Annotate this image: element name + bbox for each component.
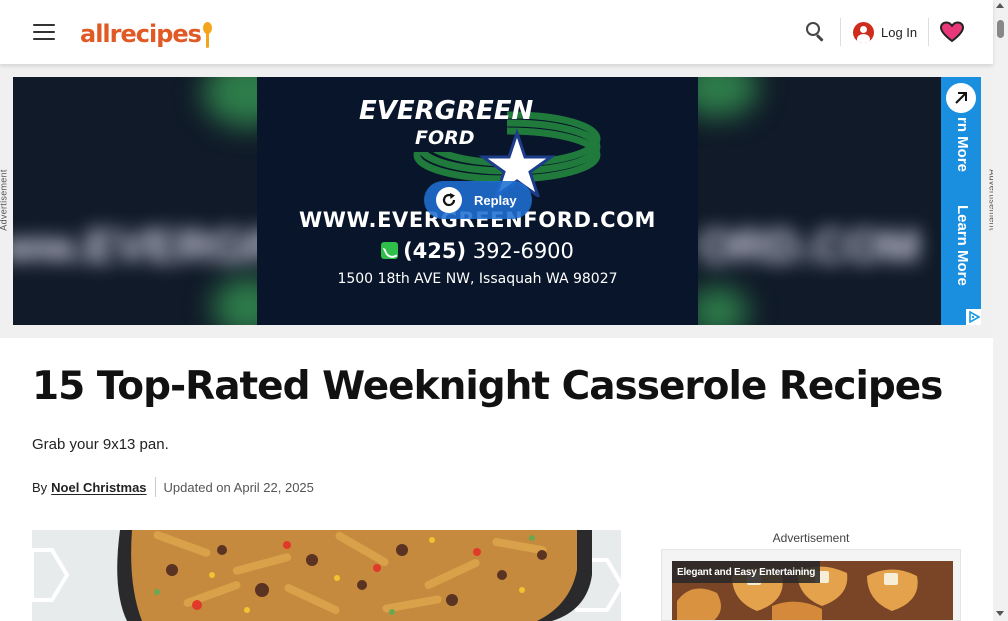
page-subtitle: Grab your 9x13 pan.: [32, 436, 169, 453]
logo-text: allrecipes: [80, 20, 202, 48]
header-divider: [840, 18, 841, 46]
right-ad-label: Advertisement: [772, 531, 850, 545]
header-divider: [928, 18, 929, 46]
right-ad-tag: Elegant and Easy Entertaining: [672, 561, 821, 583]
login-label: Log In: [881, 24, 918, 40]
hero-image: [32, 530, 621, 621]
site-header: allrecipes Log In: [0, 0, 993, 64]
search-icon[interactable]: [805, 21, 827, 43]
adchoices-icon[interactable]: [966, 309, 981, 325]
page: allrecipes Log In Advertisement Advertis…: [0, 0, 1008, 621]
ad-creative: EVERGREEN FORD WWW.EVERGREENFORD.COM (42…: [257, 77, 698, 325]
learn-more-partial-label: rn More: [954, 117, 971, 173]
site-logo[interactable]: allrecipes: [80, 14, 212, 50]
scroll-down-arrow-icon[interactable]: [996, 611, 1004, 616]
updated-date: Updated on April 22, 2025: [163, 479, 314, 495]
ad-blur-left: ww.EVERGR: [13, 77, 257, 325]
learn-more-button[interactable]: rn More Learn More: [941, 77, 981, 325]
author-link[interactable]: Noel Christmas: [51, 480, 146, 495]
learn-more-label: Learn More: [954, 205, 971, 286]
ad-address: 1500 18th AVE NW, Issaquah WA 98027: [337, 271, 618, 287]
replay-icon: [436, 187, 462, 213]
scroll-thumb[interactable]: [997, 20, 1004, 38]
byline-prefix: By: [32, 479, 48, 495]
replay-button[interactable]: Replay: [424, 181, 532, 219]
ad-phone-area: (425): [403, 239, 467, 263]
byline-divider: [154, 477, 156, 497]
spoon-icon: [202, 20, 212, 50]
login-button[interactable]: Log In: [853, 21, 917, 43]
byline: By Noel Christmas Updated on April 22, 2…: [32, 477, 314, 497]
svg-text:EVERGREEN: EVERGREEN: [359, 96, 534, 126]
scroll-up-arrow-icon[interactable]: [996, 3, 1004, 8]
ad-side-label: Advertisement: [0, 169, 9, 231]
right-ad[interactable]: Elegant and Easy Entertaining: [661, 549, 961, 621]
phone-icon: [381, 242, 399, 259]
top-ad-banner[interactable]: ww.EVERGR ORD.COM EVERGREEN FORD WWW.EVE…: [13, 77, 981, 325]
menu-icon[interactable]: [33, 24, 55, 40]
ad-phone: (425) 392-6900: [257, 239, 698, 263]
expand-arrow-icon[interactable]: [946, 83, 976, 113]
page-scrollbar[interactable]: [993, 0, 1008, 621]
page-title: 15 Top-Rated Weeknight Casserole Recipes: [32, 364, 943, 409]
svg-text:FORD: FORD: [415, 127, 475, 149]
ad-phone-number: 392-6900: [472, 239, 574, 263]
replay-label: Replay: [474, 192, 517, 208]
user-icon: [853, 21, 874, 43]
heart-icon[interactable]: [939, 21, 965, 43]
ad-blur-right: ORD.COM: [698, 77, 941, 325]
